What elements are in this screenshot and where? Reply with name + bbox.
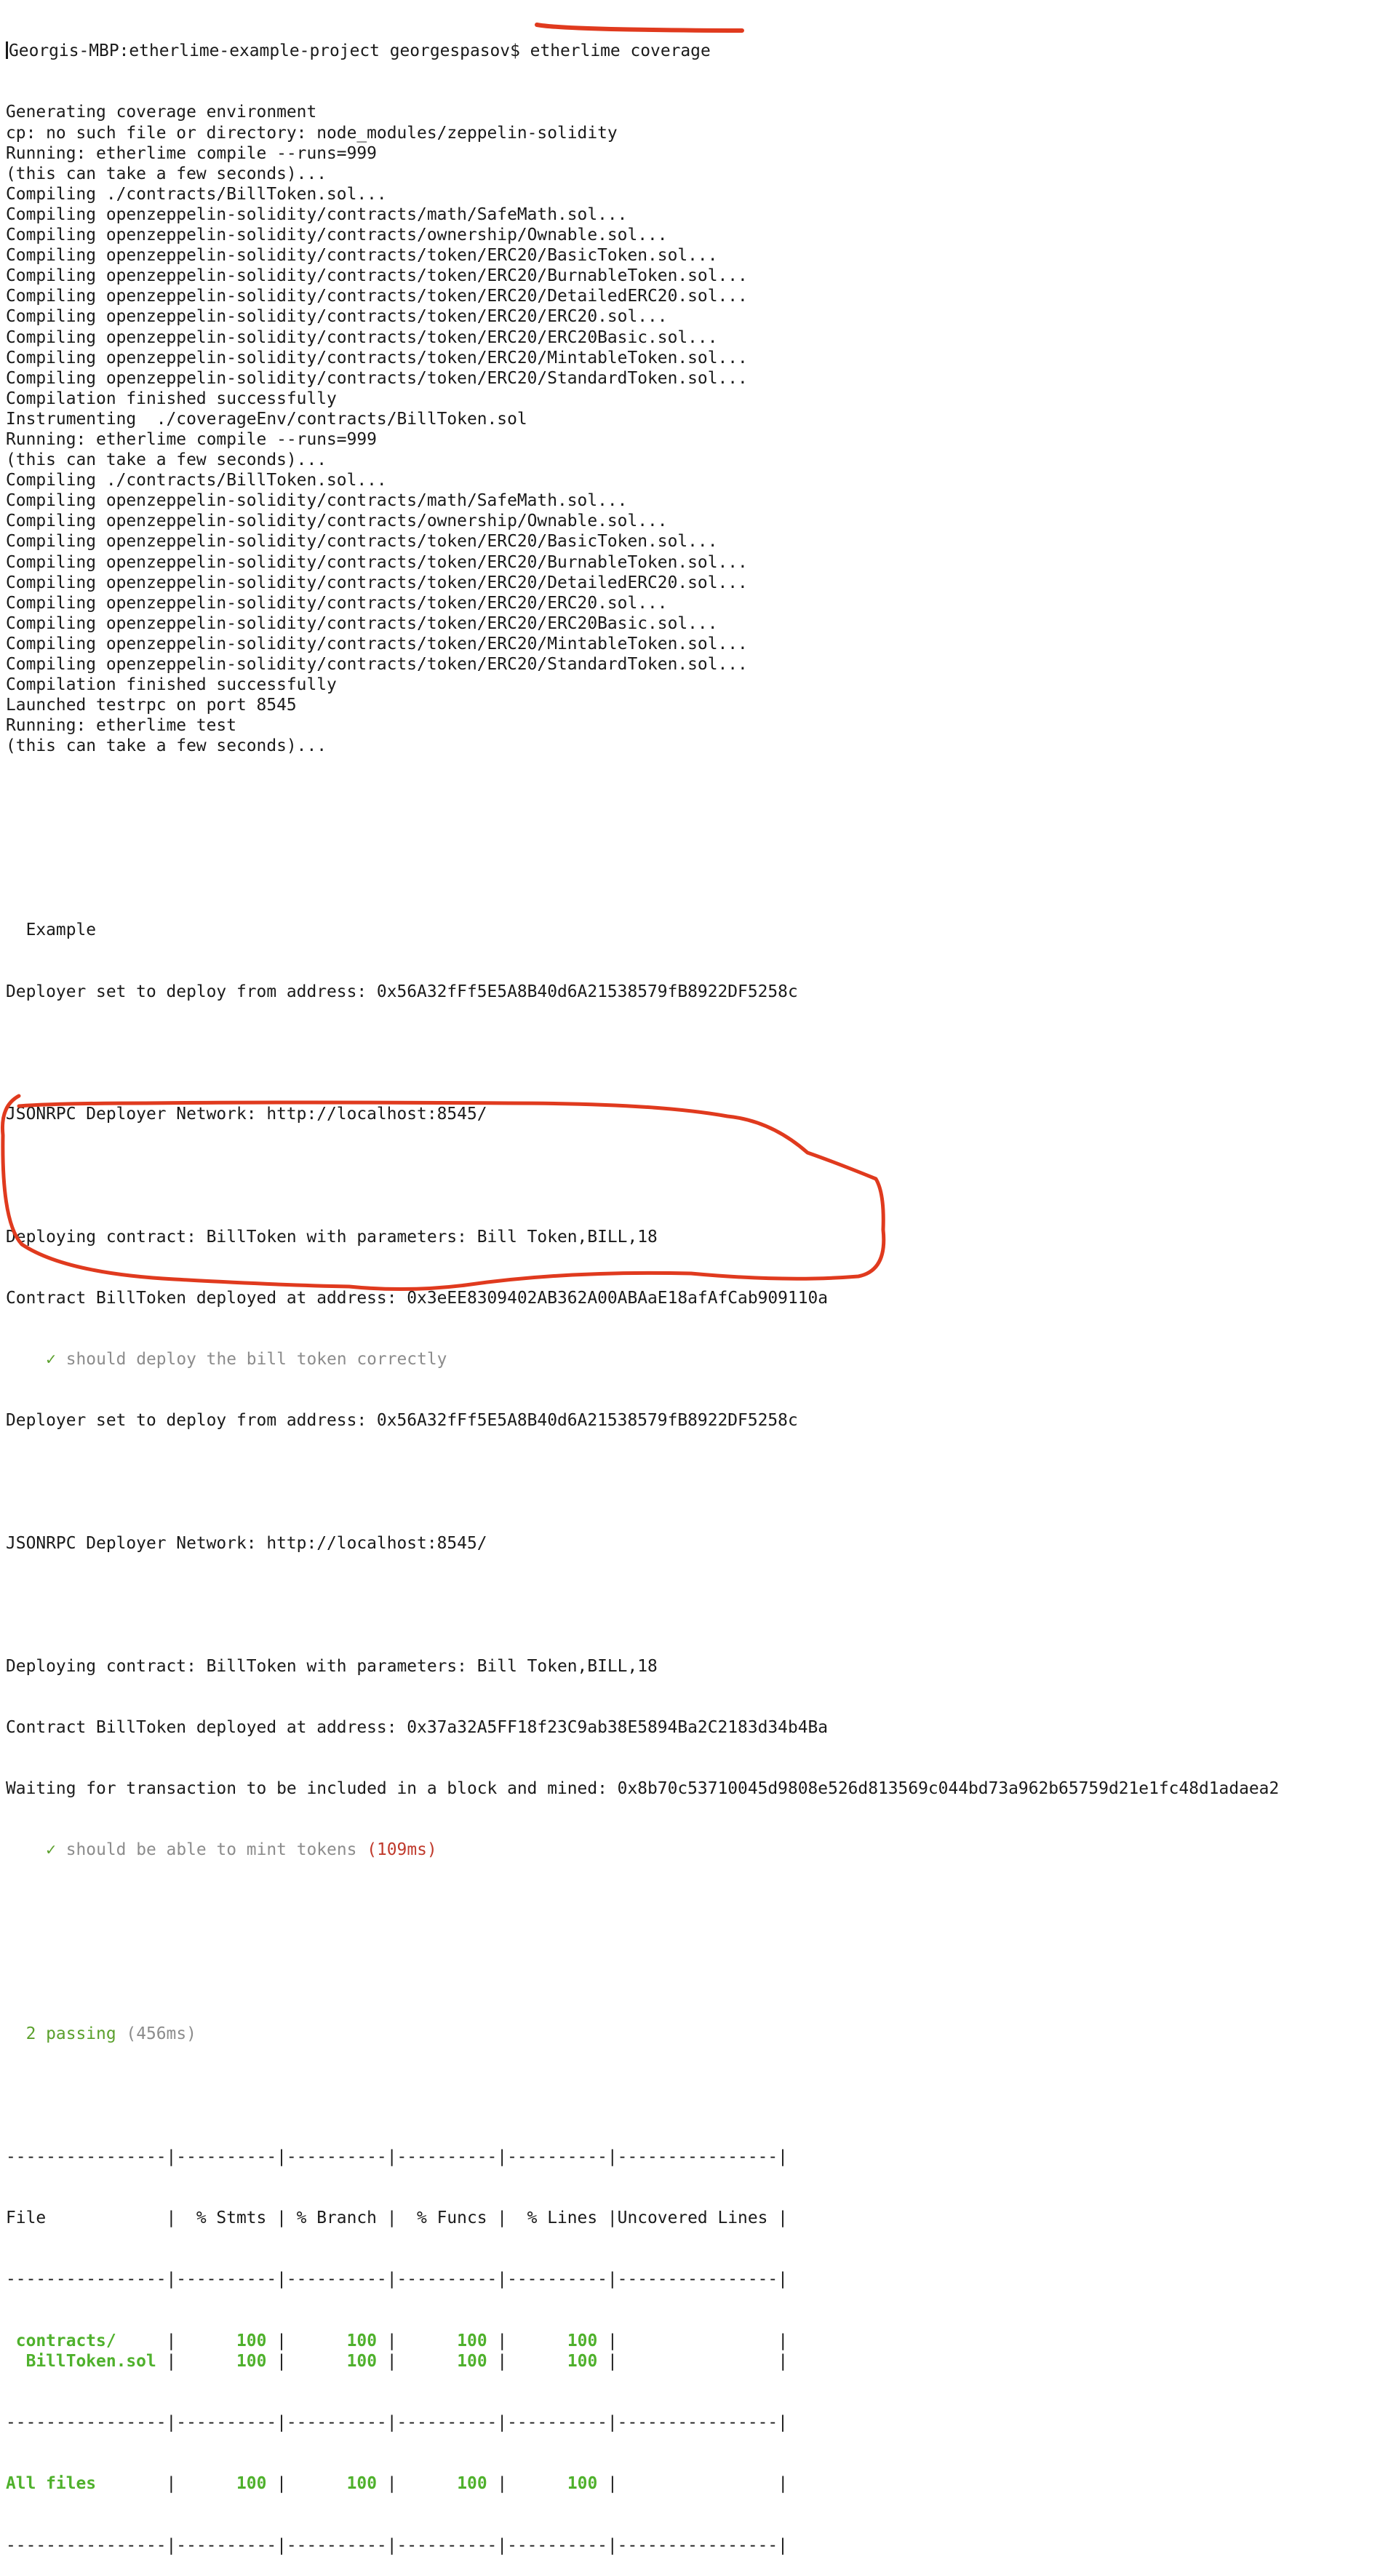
prompt-command: etherlime coverage [530, 41, 711, 61]
passing-duration: (456ms) [126, 2024, 196, 2044]
log-line: Compiling openzeppelin-solidity/contract… [6, 573, 748, 592]
table-cell-lines: 100 [567, 2474, 598, 2494]
log-line: Running: etherlime compile --runs=999 [6, 143, 377, 163]
log-line: (this can take a few seconds)... [6, 164, 327, 183]
log-line: Compiling openzeppelin-solidity/contract… [6, 348, 748, 367]
log-line: (this can take a few seconds)... [6, 450, 327, 470]
log-line: Running: etherlime compile --runs=999 [6, 429, 377, 449]
log-line: Compiling openzeppelin-solidity/contract… [6, 634, 748, 653]
log-line: Compiling openzeppelin-solidity/contract… [6, 246, 718, 266]
log-line: Compiling openzeppelin-solidity/contract… [6, 327, 718, 347]
network-line: JSONRPC Deployer Network: http://localho… [6, 1534, 487, 1554]
table-cell-branch: 100 [346, 2474, 377, 2494]
log-line: Compiling openzeppelin-solidity/contract… [6, 552, 748, 572]
test-result-line: ✓ should be able to mint tokens (109ms) [6, 1840, 1388, 1860]
table-separator: ----------------|----------|----------|-… [6, 2270, 788, 2289]
table-cell-stmts: 100 [236, 2331, 267, 2350]
log-line: cp: no such file or directory: node_modu… [6, 123, 618, 143]
table-cell-file: contracts/ [6, 2331, 167, 2350]
table-cell-branch: 100 [346, 2331, 377, 2350]
log-line: Compiling openzeppelin-solidity/contract… [6, 593, 668, 613]
prompt-line: Georgis-MBP:etherlime-example-project ge… [6, 41, 1388, 61]
log-line: Compiling openzeppelin-solidity/contract… [6, 655, 748, 674]
table-cell-funcs: 100 [457, 2331, 487, 2350]
table-cell-branch: 100 [346, 2351, 377, 2371]
log-line: Compiling openzeppelin-solidity/contract… [6, 512, 668, 531]
table-header: File | % Stmts | % Branch | % Funcs | % … [6, 2209, 788, 2228]
log-line: Instrumenting ./coverageEnv/contracts/Bi… [6, 409, 527, 429]
log-line: Compiling openzeppelin-solidity/contract… [6, 613, 718, 633]
log-line: Compiling openzeppelin-solidity/contract… [6, 226, 668, 245]
table-row: contracts/ | 100 | 100 | 100 | 100 | | [6, 2331, 789, 2350]
deployed-line: Contract BillToken deployed at address: … [6, 1717, 829, 1737]
table-separator: ----------------|----------|----------|-… [6, 2413, 788, 2433]
table-separator: ----------------|----------|----------|-… [6, 2147, 788, 2166]
table-row: BillToken.sol | 100 | 100 | 100 | 100 | … [6, 2351, 789, 2371]
table-cell-file: BillToken.sol [6, 2351, 167, 2371]
table-cell-file: All files [6, 2474, 167, 2494]
deploying-line: Deploying contract: BillToken with param… [6, 1227, 658, 1247]
table-total-row: All files | 100 | 100 | 100 | 100 | | [6, 2474, 789, 2494]
test-label: should be able to mint tokens [65, 1840, 357, 1860]
test-duration: (109ms) [367, 1840, 437, 1860]
log-line: Compiling openzeppelin-solidity/contract… [6, 532, 718, 552]
log-line: Compiling ./contracts/BillToken.sol... [6, 471, 387, 490]
log-line: Compilation finished successfully [6, 675, 337, 695]
network-line: JSONRPC Deployer Network: http://localho… [6, 1105, 487, 1124]
log-line: (this can take a few seconds)... [6, 736, 327, 756]
check-icon: ✓ [46, 1350, 56, 1370]
passing-count: 2 passing [25, 2024, 116, 2044]
test-suite-name: Example [6, 921, 97, 940]
terminal-window[interactable]: Georgis-MBP:etherlime-example-project ge… [0, 0, 1388, 2555]
log-line: Compiling openzeppelin-solidity/contract… [6, 307, 668, 327]
deploying-line: Deploying contract: BillToken with param… [6, 1656, 658, 1676]
table-cell-funcs: 100 [457, 2474, 487, 2494]
log-line: Generating coverage environment [6, 103, 317, 122]
log-line: Compiling ./contracts/BillToken.sol... [6, 184, 387, 204]
log-line: Compilation finished successfully [6, 389, 337, 408]
table-cell-funcs: 100 [457, 2351, 487, 2371]
waiting-line: Waiting for transaction to be included i… [6, 1779, 1280, 1799]
test-label: should deploy the bill token correctly [65, 1350, 447, 1370]
log-line: Compiling openzeppelin-solidity/contract… [6, 204, 628, 224]
log-line: Compiling openzeppelin-solidity/contract… [6, 287, 748, 306]
table-cell-stmts: 100 [236, 2351, 267, 2371]
table-body: contracts/ | 100 | 100 | 100 | 100 | | B… [6, 2331, 1388, 2372]
deployed-line: Contract BillToken deployed at address: … [6, 1288, 829, 1308]
log-line: Compiling openzeppelin-solidity/contract… [6, 368, 748, 388]
deployer-line: Deployer set to deploy from address: 0x5… [6, 1411, 798, 1431]
log-line: Compiling openzeppelin-solidity/contract… [6, 266, 748, 286]
log-line: Compiling openzeppelin-solidity/contract… [6, 491, 628, 511]
table-cell-lines: 100 [567, 2351, 598, 2371]
test-result-line: ✓ should deploy the bill token correctly [6, 1349, 1388, 1370]
log-line: Running: etherlime test [6, 716, 236, 736]
compile-log: Generating coverage environment cp: no su… [6, 102, 1388, 756]
cursor [6, 41, 8, 60]
table-cell-lines: 100 [567, 2331, 598, 2350]
table-cell-stmts: 100 [236, 2474, 267, 2494]
table-separator: ----------------|----------|----------|-… [6, 2535, 788, 2555]
deployer-line: Deployer set to deploy from address: 0x5… [6, 982, 798, 1001]
check-icon: ✓ [46, 1840, 56, 1860]
log-line: Launched testrpc on port 8545 [6, 696, 297, 715]
prompt-host: Georgis-MBP:etherlime-example-project ge… [9, 41, 520, 61]
passing-summary: 2 passing (456ms) [6, 2024, 1388, 2044]
